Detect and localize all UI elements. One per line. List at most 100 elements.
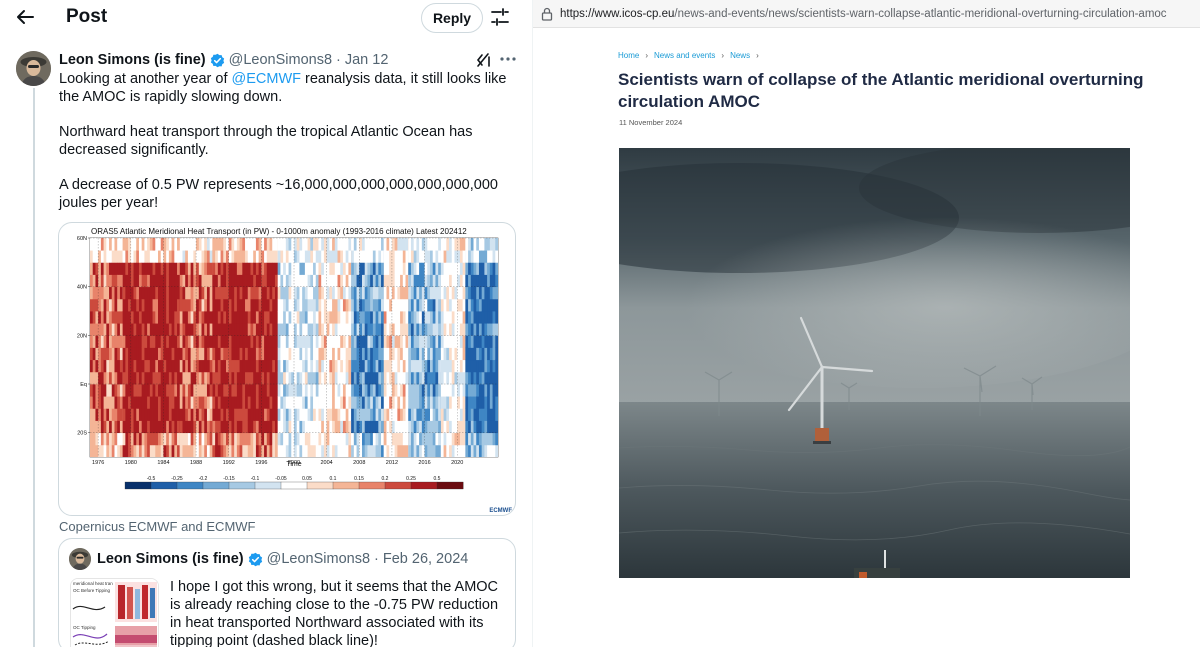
address-bar[interactable]: https://www.icos-cp.eu/news-and-events/n… [533,0,1200,28]
heatmap-cell [299,384,303,397]
heatmap-cell [190,420,194,434]
heatmap-cell [353,432,357,446]
quoted-post[interactable]: Leon Simons (is fine) @LeonSimons8 · Feb… [58,538,516,647]
heatmap-cell [190,444,194,457]
heatmap-cell [394,298,398,312]
heatmap-cell [402,396,406,409]
heatmap-cell [239,298,243,312]
heatmap-cell [109,432,113,446]
heatmap-cell [362,286,366,300]
heatmap-cell [274,274,279,288]
heatmap-cell [106,371,110,385]
heatmap-cell [408,262,412,275]
heatmap-cell [144,262,148,275]
heatmap-cell [136,298,140,312]
heatmap-cell [187,371,192,385]
heatmap-cell [348,286,352,300]
heatmap-cell [375,298,379,312]
heatmap-cell [446,371,450,385]
heatmap-cell [364,396,368,409]
heatmap-cell [451,384,455,397]
heatmap-cell [386,335,390,348]
heatmap-cell [141,347,145,361]
author-name[interactable]: Leon Simons (is fine) [59,52,206,68]
heatmap-cell [206,347,211,361]
heatmap-cell [277,335,281,348]
heatmap-cell [449,311,453,324]
heatmap-cell [122,286,126,300]
heatmap-cell [321,432,325,446]
heatmap-cell [397,371,401,385]
heatmap-cell [136,408,140,421]
heatmap-cell [231,371,235,385]
heatmap-cell [498,335,501,348]
heatmap-cell [449,359,453,373]
heatmap-cell [215,408,219,421]
heatmap-cell [130,432,134,446]
arrow-left-icon[interactable] [14,6,38,28]
breadcrumb-home[interactable]: Home [618,51,639,61]
heatmap-cell [381,274,385,288]
heatmap-cell [372,250,376,263]
more-options-icon[interactable] [499,50,517,68]
breadcrumb-news-and-events[interactable]: News and events [654,51,715,61]
avatar[interactable] [16,51,51,86]
heatmap-cell [111,371,115,385]
heatmap-cell [264,432,268,446]
heatmap-cell [253,444,257,457]
grok-icon[interactable] [475,51,493,69]
breadcrumb-news[interactable]: News [730,51,750,61]
heatmap-cell [438,311,442,324]
heatmap-cell [285,286,289,300]
heatmap-cell [299,262,303,275]
author-handle[interactable]: @LeonSimons8 [229,52,332,68]
heatmap-cell [462,408,466,421]
heatmap-cell [283,335,287,348]
heatmap-cell [274,347,279,361]
heatmap-cell [334,238,338,251]
heatmap-cell [125,371,129,385]
heatmap-cell [307,311,311,324]
heatmap-cell [255,262,260,275]
heatmap-cell [209,286,213,300]
heatmap-cell [430,311,434,324]
heatmap-cell [138,238,143,251]
heatmap-cell [250,347,254,361]
heatmap-cell [196,311,200,324]
heatmap-cell [359,408,363,421]
heatmap-cell [446,432,450,446]
heatmap-cell [375,238,379,251]
mention-link[interactable]: @ECMWF [232,71,301,87]
heatmap-cell [446,444,450,457]
heatmap-cell [272,432,276,446]
heatmap-cell [307,371,311,385]
heatmap-cell [315,262,319,275]
heatmap-cell [264,359,268,373]
colorbar-swatch [150,481,178,490]
heatmap-cell [457,238,461,251]
heatmap-cell [470,323,474,336]
heatmap-cell [283,359,287,373]
heatmap-cell [130,335,134,348]
heatmap-cell [372,396,376,409]
heatmap-cell [372,238,376,251]
heatmap-cell [470,371,474,385]
heatmap-cell [416,444,420,457]
heatmap-cell [198,396,202,409]
heatmap-cell [345,420,349,434]
heatmap-cell [397,323,401,336]
heatmap-cell [476,420,480,434]
post-date[interactable]: Jan 12 [345,52,389,68]
heatmap-cell [138,384,143,397]
heatmap-cell [492,444,496,457]
reply-button[interactable]: Reply [421,3,483,33]
lock-icon[interactable] [541,7,553,21]
heatmap-cell [489,359,493,373]
heatmap-cell [321,274,325,288]
sliders-icon[interactable] [489,6,511,28]
y-axis: 60N40N20NEq20S [77,236,90,437]
heatmap-cell [340,262,344,275]
url-text[interactable]: https://www.icos-cp.eu/news-and-events/n… [560,7,1167,21]
post-media-chart[interactable]: ORAS5 Atlantic Meridional Heat Transport… [58,222,516,516]
heatmap-cell [236,311,240,324]
